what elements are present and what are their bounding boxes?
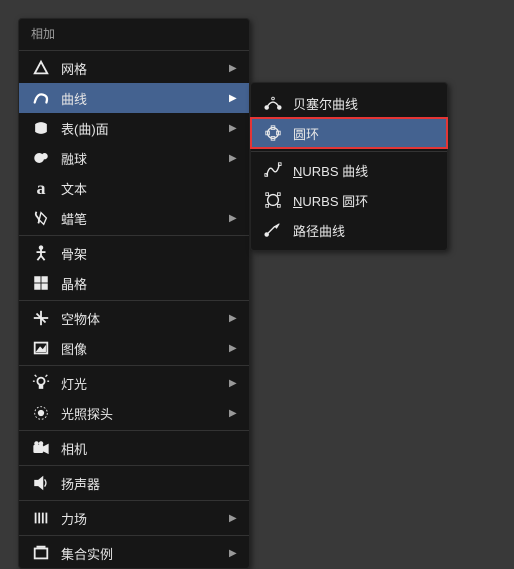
chevron-right-icon: ▶	[229, 408, 239, 419]
image-icon	[31, 338, 51, 358]
chevron-right-icon: ▶	[229, 313, 239, 324]
camera-icon	[31, 438, 51, 458]
separator	[19, 465, 249, 466]
menu-label: 文本	[61, 179, 239, 198]
menu-item-collection[interactable]: 集合实例 ▶	[19, 538, 249, 568]
menu-item-mesh[interactable]: 网格 ▶	[19, 53, 249, 83]
menu-title: 相加	[19, 19, 249, 48]
menu-label: 融球	[61, 149, 229, 168]
curve-icon	[31, 88, 51, 108]
lattice-icon	[31, 273, 51, 293]
gpencil-icon	[31, 208, 51, 228]
menu-item-metaball[interactable]: 融球 ▶	[19, 143, 249, 173]
menu-item-lightprobe[interactable]: 光照探头 ▶	[19, 398, 249, 428]
menu-item-image[interactable]: 图像 ▶	[19, 333, 249, 363]
menu-label: 集合实例	[61, 544, 229, 563]
separator	[19, 50, 249, 51]
submenu-item-circle[interactable]: 圆环	[251, 118, 447, 148]
menu-label: 灯光	[61, 374, 229, 393]
separator	[19, 235, 249, 236]
submenu-label: 贝塞尔曲线	[293, 94, 437, 113]
menu-item-forcefield[interactable]: 力场 ▶	[19, 503, 249, 533]
path-icon	[263, 220, 283, 240]
nurbs-circle-icon	[263, 190, 283, 210]
forcefield-icon	[31, 508, 51, 528]
chevron-right-icon: ▶	[229, 378, 239, 389]
menu-label: 相机	[61, 439, 239, 458]
light-icon	[31, 373, 51, 393]
menu-item-gpencil[interactable]: 蜡笔 ▶	[19, 203, 249, 233]
separator	[19, 430, 249, 431]
submenu-item-nurbs-curve[interactable]: NURBS 曲线	[251, 155, 447, 185]
chevron-right-icon: ▶	[229, 123, 239, 134]
add-menu: 相加 网格 ▶ 曲线 ▶ 表(曲)面 ▶ 融球 ▶ a 文本	[18, 18, 250, 569]
menu-item-armature[interactable]: 骨架	[19, 238, 249, 268]
menu-label: 蜡笔	[61, 209, 229, 228]
text-icon: a	[31, 178, 51, 198]
menu-label: 光照探头	[61, 404, 229, 423]
armature-icon	[31, 243, 51, 263]
menu-label: 曲线	[61, 89, 229, 108]
menu-label: 力场	[61, 509, 229, 528]
menu-item-text[interactable]: a 文本	[19, 173, 249, 203]
menu-label: 网格	[61, 59, 229, 78]
menu-item-surface[interactable]: 表(曲)面 ▶	[19, 113, 249, 143]
nurbs-curve-icon	[263, 160, 283, 180]
chevron-right-icon: ▶	[229, 63, 239, 74]
empty-icon	[31, 308, 51, 328]
collection-icon	[31, 543, 51, 563]
surface-icon	[31, 118, 51, 138]
separator	[19, 535, 249, 536]
lightprobe-icon	[31, 403, 51, 423]
menu-item-light[interactable]: 灯光 ▶	[19, 368, 249, 398]
chevron-right-icon: ▶	[229, 93, 239, 104]
menu-item-curve[interactable]: 曲线 ▶	[19, 83, 249, 113]
bezier-circle-icon	[263, 123, 283, 143]
bezier-icon	[263, 93, 283, 113]
separator	[19, 365, 249, 366]
separator	[19, 300, 249, 301]
menu-item-speaker[interactable]: 扬声器	[19, 468, 249, 498]
metaball-icon	[31, 148, 51, 168]
chevron-right-icon: ▶	[229, 153, 239, 164]
chevron-right-icon: ▶	[229, 548, 239, 559]
mesh-icon	[31, 58, 51, 78]
menu-label: 骨架	[61, 244, 239, 263]
speaker-icon	[31, 473, 51, 493]
submenu-label: 圆环	[293, 124, 437, 143]
menu-item-camera[interactable]: 相机	[19, 433, 249, 463]
submenu-item-nurbs-circle[interactable]: NURBS 圆环	[251, 185, 447, 215]
submenu-label: NURBS 曲线	[293, 161, 437, 180]
chevron-right-icon: ▶	[229, 213, 239, 224]
menu-item-empty[interactable]: 空物体 ▶	[19, 303, 249, 333]
submenu-label: NURBS 圆环	[293, 191, 437, 210]
curve-submenu: 贝塞尔曲线 圆环 NURBS 曲线 NURBS 圆环 路径曲线	[250, 82, 448, 251]
menu-label: 扬声器	[61, 474, 239, 493]
submenu-label: 路径曲线	[293, 221, 437, 240]
menu-label: 表(曲)面	[61, 119, 229, 138]
menu-label: 空物体	[61, 309, 229, 328]
submenu-item-bezier[interactable]: 贝塞尔曲线	[251, 88, 447, 118]
submenu-item-path[interactable]: 路径曲线	[251, 215, 447, 245]
menu-label: 图像	[61, 339, 229, 358]
menu-item-lattice[interactable]: 晶格	[19, 268, 249, 298]
menu-label: 晶格	[61, 274, 239, 293]
chevron-right-icon: ▶	[229, 343, 239, 354]
separator	[251, 151, 447, 152]
chevron-right-icon: ▶	[229, 513, 239, 524]
separator	[19, 500, 249, 501]
